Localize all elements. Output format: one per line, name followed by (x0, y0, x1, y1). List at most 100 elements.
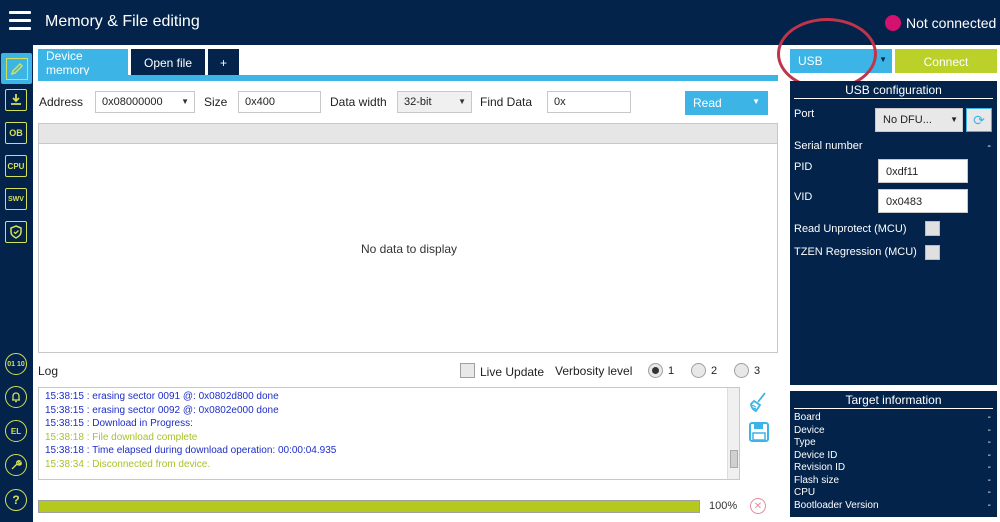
address-field[interactable]: 0x08000000 ▼ (95, 91, 195, 113)
sidebar-item-alarm[interactable] (5, 386, 27, 408)
memory-data-grid[interactable]: No data to display (38, 123, 778, 353)
chevron-down-icon: ▼ (181, 97, 189, 106)
tzen-regression-checkbox[interactable] (925, 245, 940, 260)
pid-field[interactable]: 0xdf11 (878, 159, 968, 183)
serial-number-value: - (987, 140, 991, 152)
verbosity-radio-3[interactable] (734, 363, 749, 378)
port-label: Port (794, 108, 815, 120)
chevron-down-icon: ▼ (752, 97, 760, 106)
pencil-icon (5, 57, 28, 80)
connection-status-icon (885, 15, 901, 31)
data-width-value: 32-bit (404, 96, 432, 108)
log-line: 15:38:15 : Download in Progress: (45, 418, 193, 429)
refresh-button[interactable]: ⟳ (966, 108, 992, 132)
el-icon: EL (10, 426, 22, 436)
chevron-down-icon: ▼ (458, 97, 466, 106)
sidebar-item-option-bytes[interactable]: OB (5, 122, 27, 144)
sidebar-item-memory-edit[interactable] (1, 53, 32, 84)
verbosity-label: Verbosity level (555, 364, 633, 378)
vid-label: VID (794, 191, 813, 203)
size-field[interactable]: 0x400 (238, 91, 321, 113)
log-line: 15:38:15 : erasing sector 0091 @: 0x0802… (45, 391, 279, 402)
clear-log-icon[interactable] (748, 391, 770, 413)
shield-icon (10, 225, 22, 239)
tab-add[interactable]: + (208, 49, 239, 77)
grid-header (39, 124, 777, 144)
port-select[interactable]: No DFU... ▼ (875, 108, 963, 132)
wrench-icon (11, 460, 22, 470)
usb-configuration-panel: USB configuration Port No DFU... ▼ ⟳ Ser… (790, 81, 997, 385)
tab-open-file[interactable]: Open file (131, 49, 205, 77)
data-width-label: Data width (330, 95, 387, 109)
tzen-regression-label: TZEN Regression (MCU) (794, 246, 917, 258)
target-row-type: Type - (794, 437, 991, 448)
refresh-icon: ⟳ (973, 112, 985, 128)
chevron-down-icon: ▼ (879, 55, 887, 64)
serial-number-label: Serial number (794, 140, 863, 152)
verbosity-option-1: 1 (668, 365, 675, 377)
sidebar-item-help[interactable]: ? (5, 489, 27, 511)
log-line: 15:38:18 : File download complete (45, 431, 198, 443)
log-line: 15:38:18 : Time elapsed during download … (45, 445, 337, 456)
verbosity-radio-1[interactable] (648, 363, 663, 378)
save-log-icon[interactable] (749, 422, 769, 442)
tab-underline (38, 75, 778, 81)
sidebar-item-swv[interactable]: SWV (5, 188, 27, 210)
target-row-cpu: CPU - (794, 487, 991, 498)
sidebar: OB CPU SWV 01 10 EL ? (0, 45, 33, 522)
help-icon: ? (12, 493, 20, 507)
address-value: 0x08000000 (102, 96, 163, 108)
menu-icon[interactable] (9, 11, 31, 31)
download-icon (11, 94, 21, 105)
cancel-icon[interactable]: ✕ (750, 498, 766, 514)
target-row-device: Device - (794, 424, 991, 436)
sidebar-item-binary[interactable]: 01 10 (5, 353, 27, 375)
data-width-select[interactable]: 32-bit ▼ (397, 91, 472, 113)
scrollbar-thumb[interactable] (730, 450, 738, 468)
find-data-field[interactable]: 0x (547, 91, 631, 113)
main-panel: Device memory Open file + Address 0x0800… (33, 45, 785, 522)
cpu-icon: CPU (7, 161, 25, 171)
ob-icon: OB (9, 128, 23, 138)
sidebar-item-el[interactable]: EL (5, 420, 27, 442)
chevron-down-icon: ▼ (950, 115, 958, 124)
log-scrollbar[interactable] (727, 388, 739, 479)
sidebar-item-security[interactable] (5, 221, 27, 243)
target-row-board: Board - (794, 412, 991, 423)
live-update-checkbox[interactable] (460, 363, 475, 378)
size-label: Size (204, 95, 228, 109)
target-information-panel: Target information Board - Device - Type - … (790, 391, 997, 517)
bell-icon (12, 392, 20, 403)
verbosity-option-3: 3 (754, 365, 761, 377)
verbosity-radio-2[interactable] (691, 363, 706, 378)
vid-field[interactable]: 0x0483 (878, 189, 968, 213)
address-label: Address (39, 95, 84, 109)
pid-label: PID (794, 161, 813, 173)
connect-button[interactable]: Connect (895, 49, 997, 73)
read-button[interactable]: Read ▼ (685, 91, 768, 115)
tab-device-memory[interactable]: Device memory (38, 49, 128, 77)
read-unprotect-label: Read Unprotect (MCU) (794, 223, 907, 235)
target-row-device-id: Device ID - (794, 449, 991, 461)
progress-fill (39, 501, 699, 512)
target-row-flash-size: Flash size - (794, 474, 991, 486)
progress-bar (38, 500, 700, 513)
sidebar-item-settings[interactable] (5, 454, 27, 476)
target-row-bootloader-version: Bootloader Version - (794, 499, 991, 511)
target-information-title: Target information (794, 393, 993, 409)
read-button-label: Read (693, 96, 722, 110)
sidebar-item-cpu[interactable]: CPU (5, 155, 27, 177)
highlight-circle (777, 18, 877, 90)
log-label: Log (38, 364, 59, 378)
binary-icon: 01 10 (7, 360, 25, 368)
read-unprotect-checkbox[interactable] (925, 221, 940, 236)
progress-percent: 100% (709, 500, 738, 512)
right-panel: USB ▼ Connect USB configuration Port No … (777, 18, 1000, 522)
find-data-label: Find Data (480, 95, 533, 109)
log-line: 15:38:34 : Disconnected from device. (45, 458, 211, 470)
sidebar-item-erasing-programming[interactable] (5, 89, 27, 111)
port-value: No DFU... (883, 114, 932, 126)
log-line: 15:38:15 : erasing sector 0092 @: 0x0802… (45, 404, 279, 416)
log-output[interactable]: 15:38:15 : erasing sector 0091 @: 0x0802… (38, 387, 740, 480)
target-row-revision-id: Revision ID - (794, 462, 991, 473)
